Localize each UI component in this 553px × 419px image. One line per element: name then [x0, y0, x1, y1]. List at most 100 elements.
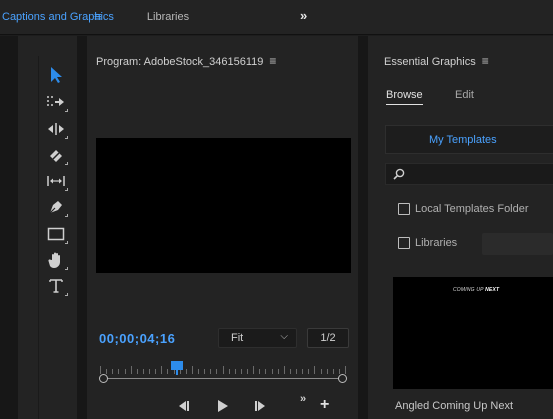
play-icon — [218, 400, 228, 412]
template-thumbnail[interactable]: COMING UP NEXT — [393, 277, 553, 389]
step-back-icon — [179, 401, 189, 411]
ruler-tick — [167, 369, 168, 374]
type-icon — [49, 279, 63, 293]
workspace-tab-libraries[interactable]: Libraries — [123, 11, 213, 23]
ruler-tick — [112, 369, 113, 374]
tool-flyout-corner — [65, 188, 68, 191]
tab-browse[interactable]: Browse — [386, 89, 423, 105]
hand-tool[interactable] — [44, 249, 68, 271]
type-tool[interactable] — [44, 275, 68, 297]
track-select-icon — [47, 96, 64, 106]
ruler-tick — [278, 369, 279, 374]
ruler-tick — [229, 369, 230, 374]
ruler-tick — [314, 366, 315, 374]
libraries-label: Libraries — [415, 237, 458, 249]
essential-graphics-title[interactable]: Essential Graphics — [384, 56, 476, 68]
search-input[interactable] — [410, 166, 550, 182]
rectangle-tool[interactable] — [44, 223, 68, 245]
playhead-marker[interactable] — [171, 361, 183, 370]
play-button[interactable] — [215, 398, 231, 414]
ruler-tick — [272, 369, 273, 374]
panel-gap — [358, 36, 368, 419]
ruler-tick — [216, 369, 217, 374]
ruler-tick — [198, 369, 199, 374]
track-select-tool[interactable] — [44, 91, 68, 113]
workspace-menu-icon[interactable]: ≡ — [94, 9, 102, 24]
ruler-tick — [125, 369, 126, 374]
ruler-tick — [345, 366, 346, 374]
pen-tool[interactable] — [44, 196, 68, 218]
tab-edit[interactable]: Edit — [455, 89, 474, 101]
time-ruler[interactable] — [100, 364, 346, 374]
ruler-tick — [137, 369, 138, 374]
ruler-tick — [143, 369, 144, 374]
tool-flyout-corner — [65, 241, 68, 244]
slip-icon — [47, 176, 65, 186]
workspace-bar: Captions and Graphics ≡ Libraries » — [0, 0, 553, 35]
razor-icon — [50, 150, 62, 162]
razor-tool[interactable] — [44, 144, 68, 166]
ruler-tick — [131, 366, 132, 374]
ruler-tick — [339, 369, 340, 374]
ruler-tick — [259, 369, 260, 374]
program-monitor-panel: Program: AdobeStock_346156119 ≡ 00;00;04;… — [87, 36, 358, 419]
ruler-tick — [241, 369, 242, 374]
libraries-checkbox[interactable] — [398, 237, 410, 249]
selection-tool[interactable] — [44, 64, 68, 86]
template-search[interactable] — [385, 163, 553, 185]
ruler-tick — [118, 369, 119, 374]
ruler-tick — [302, 369, 303, 374]
ruler-tick — [192, 366, 193, 374]
program-menu-icon[interactable]: ≡ — [269, 54, 276, 68]
workspace-overflow-button[interactable]: » — [300, 8, 307, 23]
library-select[interactable] — [482, 233, 553, 255]
ruler-tick — [204, 369, 205, 374]
ruler-tick — [161, 366, 162, 374]
local-templates-folder-checkbox[interactable] — [398, 203, 410, 215]
my-templates-button[interactable]: My Templates — [385, 125, 553, 154]
zoom-scroll-bar[interactable] — [104, 378, 342, 379]
more-controls-button[interactable]: » — [300, 393, 306, 405]
step-back-button[interactable] — [175, 398, 191, 414]
ruler-tick — [327, 369, 328, 374]
zoom-scroll-start-handle[interactable] — [99, 374, 108, 383]
ripple-edit-tool[interactable] — [44, 118, 68, 140]
local-templates-folder-label: Local Templates Folder — [415, 203, 529, 215]
program-monitor-title[interactable]: Program: AdobeStock_346156119 — [96, 56, 263, 68]
pen-icon — [49, 201, 62, 214]
essential-graphics-menu-icon[interactable]: ≡ — [482, 54, 489, 68]
ruler-tick — [106, 369, 107, 374]
local-templates-folder-option[interactable]: Local Templates Folder — [398, 203, 529, 215]
chevron-down-icon: ⌵ — [280, 331, 288, 342]
step-forward-icon — [255, 401, 265, 411]
thumbnail-text-bold: NEXT — [485, 287, 500, 293]
ruler-tick — [321, 369, 322, 374]
playhead-timecode[interactable]: 00;00;04;16 — [99, 331, 175, 346]
program-video-frame[interactable] — [96, 138, 351, 273]
tool-flyout-corner — [65, 214, 68, 217]
ruler-tick — [186, 369, 187, 374]
tool-flyout-corner — [65, 162, 68, 165]
libraries-option[interactable]: Libraries — [398, 237, 457, 249]
thumbnail-text: COMING UP NEXT — [453, 287, 499, 293]
essential-graphics-panel: Essential Graphics ≡ Browse Edit My Templ… — [368, 36, 553, 419]
button-editor-add[interactable]: + — [320, 396, 329, 414]
step-forward-button[interactable] — [253, 398, 269, 414]
ruler-tick — [253, 366, 254, 374]
ruler-tick — [265, 369, 266, 374]
ruler-tick — [290, 369, 291, 374]
ruler-tick — [235, 369, 236, 374]
ruler-tick — [149, 369, 150, 374]
thumbnail-text-prefix: COMING UP — [453, 287, 486, 293]
essential-graphics-header: Essential Graphics ≡ — [384, 54, 489, 68]
ruler-tick — [223, 366, 224, 374]
search-icon — [393, 168, 405, 180]
ruler-tick — [155, 369, 156, 374]
slip-tool[interactable] — [44, 170, 68, 192]
tool-flyout-corner — [65, 109, 68, 112]
zoom-scroll-end-handle[interactable] — [338, 374, 347, 383]
playback-resolution-select[interactable]: 1/2 — [307, 328, 349, 348]
hand-icon — [48, 252, 60, 268]
tools-panel — [18, 36, 77, 419]
zoom-level-select[interactable]: Fit ⌵ — [218, 328, 297, 348]
